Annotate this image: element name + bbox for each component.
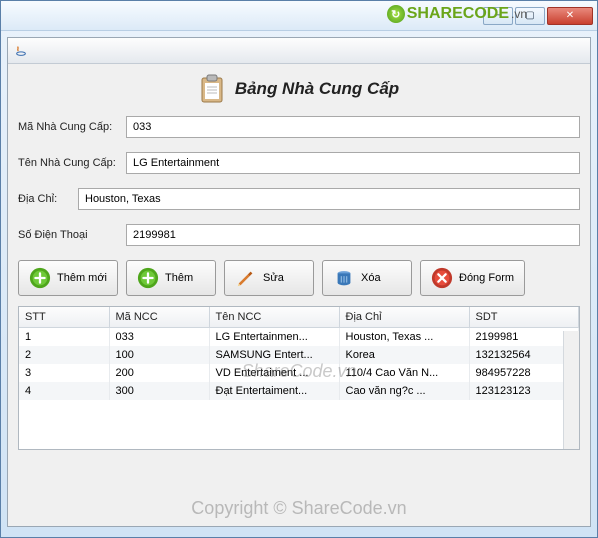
plus-circle-icon <box>137 267 159 289</box>
row-ten-ncc: Tên Nhà Cung Cấp: <box>18 152 580 174</box>
cell-stt: 4 <box>19 382 109 400</box>
cell-diachi: Cao văn ng?c ... <box>339 382 469 400</box>
cell-ten: SAMSUNG Entert... <box>209 346 339 364</box>
cell-stt: 3 <box>19 364 109 382</box>
close-button[interactable]: ✕ <box>547 7 593 25</box>
java-icon <box>14 44 28 58</box>
table-row[interactable]: 4300Đạt Entertaiment...Cao văn ng?c ...1… <box>19 382 579 400</box>
page-title: Bảng Nhà Cung Cấp <box>235 79 399 99</box>
col-diachi[interactable]: Địa Chỉ <box>339 307 469 328</box>
cell-stt: 2 <box>19 346 109 364</box>
table-header-row: STT Mã NCC Tên NCC Địa Chỉ SDT <box>19 307 579 328</box>
header: Bảng Nhà Cung Cấp <box>18 74 580 104</box>
vertical-scrollbar[interactable] <box>563 331 579 449</box>
pencil-icon <box>235 267 257 289</box>
table-row[interactable]: 3200VD Entertaiment ...110/4 Cao Văn N..… <box>19 364 579 382</box>
label-ma-ncc: Mã Nhà Cung Cấp: <box>18 121 126 133</box>
clipboard-icon <box>199 74 225 104</box>
label-ten-ncc: Tên Nhà Cung Cấp: <box>18 157 126 169</box>
row-dia-chi: Địa Chỉ: <box>18 188 580 210</box>
plus-circle-icon <box>29 267 51 289</box>
sharecode-logo: ↻ SHARECODE.vn <box>387 5 527 23</box>
row-ma-ncc: Mã Nhà Cung Cấp: <box>18 116 580 138</box>
input-ma-ncc[interactable] <box>126 116 580 138</box>
row-sdt: Số Điện Thoại <box>18 224 580 246</box>
delete-label: Xóa <box>361 272 381 284</box>
label-sdt: Số Điện Thoại <box>18 229 126 241</box>
cell-diachi: Korea <box>339 346 469 364</box>
col-ma[interactable]: Mã NCC <box>109 307 209 328</box>
add-new-label: Thêm mới <box>57 272 107 284</box>
cell-ma: 100 <box>109 346 209 364</box>
col-stt[interactable]: STT <box>19 307 109 328</box>
data-table-container: STT Mã NCC Tên NCC Địa Chỉ SDT 1033LG En… <box>18 306 580 450</box>
cell-diachi: 110/4 Cao Văn N... <box>339 364 469 382</box>
label-dia-chi: Địa Chỉ: <box>18 193 78 205</box>
table-row[interactable]: 2100SAMSUNG Entert...Korea132132564 <box>19 346 579 364</box>
add-new-button[interactable]: Thêm mới <box>18 260 118 296</box>
cell-ma: 300 <box>109 382 209 400</box>
edit-button[interactable]: Sửa <box>224 260 314 296</box>
form-panel: Bảng Nhà Cung Cấp Mã Nhà Cung Cấp: Tên N… <box>8 64 590 456</box>
delete-button[interactable]: Xóa <box>322 260 412 296</box>
outer-window: ─ ▢ ✕ ↻ SHARECODE.vn Bảng Nhà Cung Cấp M… <box>0 0 598 538</box>
table-row[interactable]: 1033LG Entertainmen...Houston, Texas ...… <box>19 328 579 347</box>
input-dia-chi[interactable] <box>78 188 580 210</box>
logo-text: SHARECODE <box>407 5 509 23</box>
edit-label: Sửa <box>263 272 284 284</box>
inner-window: Bảng Nhà Cung Cấp Mã Nhà Cung Cấp: Tên N… <box>7 37 591 527</box>
cell-ma: 200 <box>109 364 209 382</box>
data-table: STT Mã NCC Tên NCC Địa Chỉ SDT 1033LG En… <box>19 307 579 400</box>
col-ten[interactable]: Tên NCC <box>209 307 339 328</box>
close-circle-icon <box>431 267 453 289</box>
col-sdt[interactable]: SDT <box>469 307 579 328</box>
add-label: Thêm <box>165 272 193 284</box>
cell-ten: LG Entertainmen... <box>209 328 339 347</box>
share-icon: ↻ <box>387 5 405 23</box>
cell-stt: 1 <box>19 328 109 347</box>
toolbar: Thêm mới Thêm Sửa Xóa Đóng Form <box>18 260 580 296</box>
add-button[interactable]: Thêm <box>126 260 216 296</box>
trash-icon <box>333 267 355 289</box>
logo-tld: .vn <box>511 7 527 21</box>
cell-ten: VD Entertaiment ... <box>209 364 339 382</box>
cell-diachi: Houston, Texas ... <box>339 328 469 347</box>
close-form-button[interactable]: Đóng Form <box>420 260 525 296</box>
input-sdt[interactable] <box>126 224 580 246</box>
close-form-label: Đóng Form <box>459 272 514 284</box>
input-ten-ncc[interactable] <box>126 152 580 174</box>
inner-titlebar <box>8 38 590 64</box>
cell-ma: 033 <box>109 328 209 347</box>
cell-ten: Đạt Entertaiment... <box>209 382 339 400</box>
